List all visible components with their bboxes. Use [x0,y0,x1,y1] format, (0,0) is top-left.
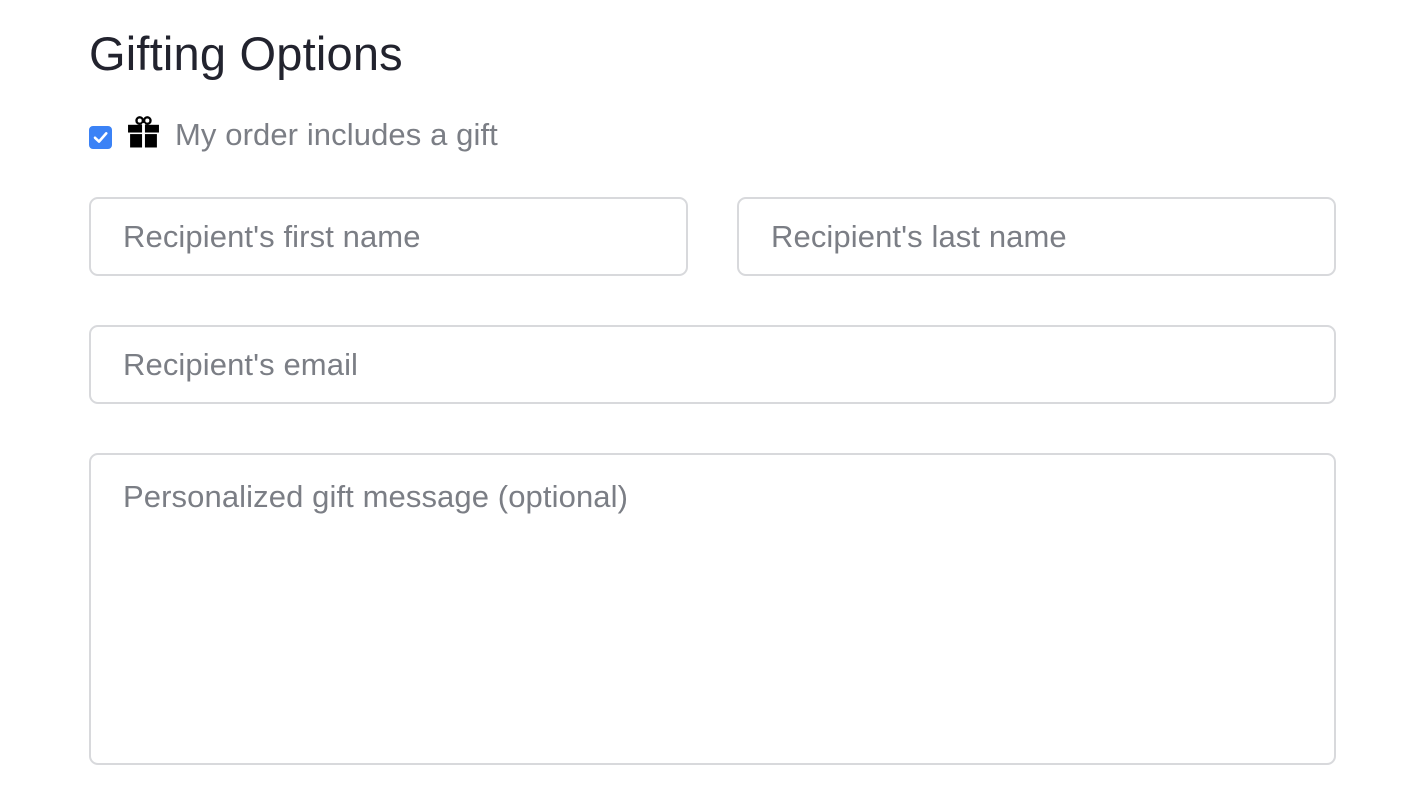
recipient-email-input[interactable] [89,325,1336,404]
gift-icon [128,115,159,148]
gift-checkbox[interactable] [89,125,112,149]
gift-checkbox-label[interactable]: My order includes a gift [175,112,498,158]
gift-option-row: My order includes a gift [89,112,498,158]
recipient-first-name-input[interactable] [89,197,688,276]
section-title: Gifting Options [89,27,403,80]
recipient-last-name-input[interactable] [737,197,1336,276]
gift-message-textarea[interactable] [89,453,1336,765]
checkmark-icon [93,131,108,143]
